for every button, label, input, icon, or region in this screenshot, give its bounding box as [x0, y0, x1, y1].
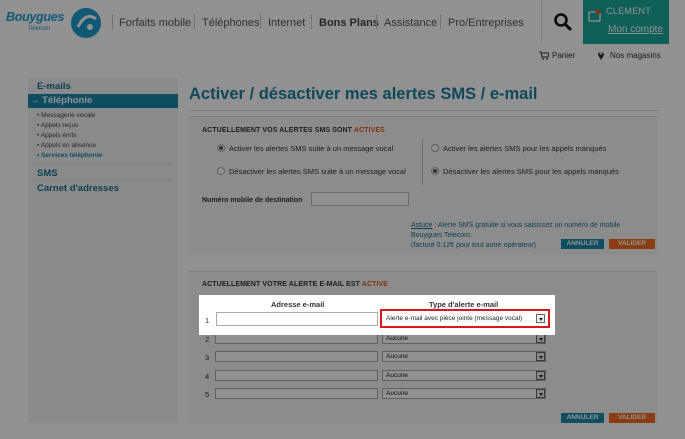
search-icon: [554, 13, 573, 32]
user-icon: [588, 9, 601, 22]
alert-type-select-4[interactable]: Aucune: [382, 370, 546, 381]
sms-cancel-button[interactable]: ANNULER: [561, 239, 604, 249]
bouygues-logo[interactable]: Bouygues Telecom: [6, 5, 106, 41]
chevron-down-icon: [536, 314, 545, 323]
sidebar-item-carnet[interactable]: Carnet d'adresses: [37, 183, 119, 194]
cart-icon: [539, 51, 549, 60]
email-panel-heading: ACTUELLEMENT VOTRE ALERTE E-MAIL EST ACT…: [202, 281, 389, 288]
email-input-4[interactable]: [215, 370, 378, 381]
sidebar-item-sms[interactable]: SMS: [37, 168, 58, 179]
sms-panel-heading: ACTUELLEMENT VOS ALERTES SMS SONT ACTIVE…: [202, 127, 385, 134]
nav-bons-plans[interactable]: Bons Plans: [319, 17, 379, 29]
radio-activate-sms-voicemail[interactable]: [217, 144, 225, 152]
page-title: Activer / désactiver mes alertes SMS / e…: [189, 85, 538, 103]
radio-deactivate-sms-missed[interactable]: [431, 167, 439, 175]
sms-status: ACTIVES: [353, 127, 385, 134]
email-status: ACTIVE: [361, 281, 389, 288]
sidebar-item-telephonie[interactable]: → Téléphonie: [28, 94, 178, 108]
account-box[interactable]: CLEMENT Mon compte: [583, 0, 669, 44]
alert-type-select-1[interactable]: Alerte e-mail avec pièce jointe (message…: [380, 309, 550, 328]
sidebar: E-mails → Téléphonie • Messagerie vocale…: [28, 78, 178, 423]
user-name: CLEMENT: [606, 6, 652, 16]
sidebar-sub-appels-absence[interactable]: • Appels en absence: [37, 142, 96, 149]
column-email-header: Adresse e-mail: [271, 300, 325, 309]
row-number: 1: [205, 316, 210, 325]
chevron-down-icon: [536, 389, 545, 398]
sidebar-sub-appels-recus[interactable]: • Appels reçus: [37, 122, 78, 129]
email-input-1[interactable]: [216, 312, 378, 326]
location-pin-icon: [598, 52, 604, 60]
column-type-header: Type d'alerte e-mail: [429, 300, 499, 309]
radio-activate-sms-missed[interactable]: [431, 144, 439, 152]
chevron-down-icon: [536, 334, 545, 343]
arrow-right-icon: →: [30, 95, 40, 106]
sidebar-sub-services[interactable]: • Services téléphonie: [37, 152, 102, 159]
email-cancel-button[interactable]: ANNULER: [561, 413, 604, 423]
row-number: 5: [205, 390, 210, 399]
email-validate-button[interactable]: VALIDER: [609, 413, 655, 423]
utility-bar: Panier Nos magasins: [0, 46, 685, 66]
chevron-down-icon: [536, 371, 545, 380]
nav-pro-entreprises[interactable]: Pro/Entreprises: [448, 17, 524, 29]
row-number: 3: [205, 353, 210, 362]
destination-number-input[interactable]: [311, 192, 409, 206]
alert-type-select-3[interactable]: Aucune: [382, 351, 546, 362]
cart-link[interactable]: Panier: [552, 51, 575, 60]
tip-link[interactable]: Astuce: [411, 222, 432, 229]
nav-telephones[interactable]: Téléphones: [202, 17, 260, 29]
radio-deactivate-sms-voicemail[interactable]: [217, 167, 225, 175]
email-alert-panel: ACTUELLEMENT VOTRE ALERTE E-MAIL EST ACT…: [188, 271, 658, 423]
site-header: Bouygues Telecom Forfaits mobile Télépho…: [0, 0, 685, 46]
stores-link[interactable]: Nos magasins: [610, 51, 661, 60]
my-account-link[interactable]: Mon compte: [608, 24, 663, 35]
nav-internet[interactable]: Internet: [268, 17, 305, 29]
search-button[interactable]: [541, 0, 583, 44]
sms-alert-panel: ACTUELLEMENT VOS ALERTES SMS SONT ACTIVE…: [188, 116, 658, 254]
email-input-3[interactable]: [215, 351, 378, 362]
row-number: 4: [205, 372, 210, 381]
destination-label: Numéro mobile de destination: [202, 197, 303, 204]
sms-validate-button[interactable]: VALIDER: [609, 239, 655, 249]
logo-swirl-icon: [71, 8, 101, 38]
row-number: 2: [205, 335, 210, 344]
nav-assistance[interactable]: Assistance: [384, 17, 437, 29]
sidebar-item-emails[interactable]: E-mails: [37, 81, 71, 92]
sidebar-sub-messagerie[interactable]: • Messagerie vocale: [37, 112, 95, 119]
highlighted-email-row: Adresse e-mail Type d'alerte e-mail 1 Al…: [199, 295, 555, 335]
sidebar-sub-appels-emis[interactable]: • Appels émis: [37, 132, 76, 139]
alert-type-select-5[interactable]: Aucune: [382, 388, 546, 399]
sms-tip: Astuce : Alerte SMS gratuite si vous sai…: [411, 222, 621, 249]
email-input-5[interactable]: [215, 388, 378, 399]
nav-forfaits-mobile[interactable]: Forfaits mobile: [119, 17, 191, 29]
chevron-down-icon: [536, 352, 545, 361]
